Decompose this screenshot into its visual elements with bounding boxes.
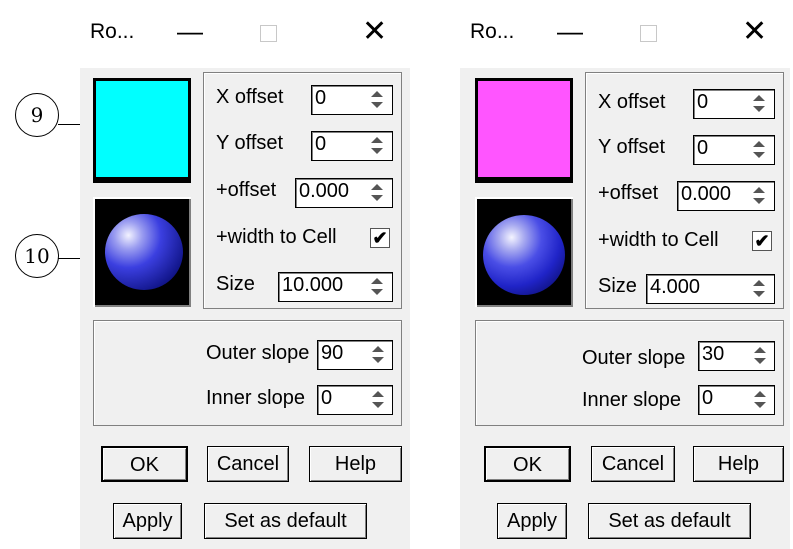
- slope-panel: Outer slope 30 Inner slope 0: [475, 320, 784, 426]
- window-title: Ro...: [90, 20, 135, 43]
- set-as-default-button[interactable]: Set as default: [204, 503, 367, 539]
- y-offset-spinner[interactable]: [371, 134, 385, 158]
- ok-button[interactable]: OK: [484, 446, 571, 482]
- cancel-button[interactable]: Cancel: [591, 446, 675, 482]
- x-offset-label: X offset: [216, 86, 284, 108]
- minimize-button[interactable]: —: [557, 16, 583, 47]
- title-bar: Ro... — ✕: [460, 0, 790, 68]
- x-offset-field[interactable]: 0: [693, 89, 775, 119]
- cancel-button[interactable]: Cancel: [207, 446, 289, 482]
- size-field[interactable]: 10.000: [278, 272, 393, 302]
- width-to-cell-checkbox[interactable]: ✔: [752, 231, 772, 251]
- x-offset-spinner[interactable]: [753, 92, 767, 116]
- color-swatch-shadow: [93, 180, 191, 183]
- outer-slope-label: Outer slope: [206, 342, 310, 364]
- plus-offset-spinner[interactable]: [753, 184, 767, 208]
- x-offset-field[interactable]: 0: [311, 85, 393, 115]
- inner-slope-spinner[interactable]: [754, 388, 768, 412]
- window-title: Ro...: [470, 20, 515, 43]
- color-swatch[interactable]: [93, 78, 191, 180]
- plus-offset-label: +offset: [598, 182, 659, 204]
- set-as-default-button[interactable]: Set as default: [588, 503, 751, 539]
- y-offset-label: Y offset: [598, 136, 666, 158]
- inner-slope-label: Inner slope: [206, 387, 305, 409]
- outer-slope-spinner[interactable]: [372, 343, 386, 367]
- offset-panel: X offset 0 Y offset 0 +offset 0.000 +wid…: [203, 72, 402, 309]
- ok-button[interactable]: OK: [101, 446, 188, 482]
- maximize-button[interactable]: [260, 25, 277, 42]
- help-button[interactable]: Help: [693, 446, 784, 482]
- plus-offset-spinner[interactable]: [371, 181, 385, 205]
- outer-slope-label: Outer slope: [582, 347, 686, 369]
- size-label: Size: [598, 275, 637, 297]
- size-field[interactable]: 4.000: [646, 274, 775, 304]
- sphere-preview[interactable]: [475, 197, 573, 307]
- y-offset-spinner[interactable]: [753, 138, 767, 162]
- maximize-button[interactable]: [640, 25, 657, 42]
- help-button[interactable]: Help: [309, 446, 402, 482]
- title-bar: Ro... — ✕: [80, 0, 410, 68]
- size-spinner[interactable]: [753, 277, 767, 301]
- x-offset-label: X offset: [598, 91, 666, 113]
- plus-offset-field[interactable]: 0.000: [295, 178, 393, 208]
- close-button[interactable]: ✕: [742, 14, 767, 49]
- inner-slope-field[interactable]: 0: [317, 385, 393, 415]
- outer-slope-spinner[interactable]: [754, 344, 768, 368]
- plus-offset-field[interactable]: 0.000: [677, 181, 775, 211]
- width-to-cell-label: +width to Cell: [216, 226, 337, 248]
- minimize-button[interactable]: —: [177, 16, 203, 47]
- color-swatch[interactable]: [475, 78, 573, 180]
- apply-button[interactable]: Apply: [113, 503, 182, 539]
- sphere-image: [105, 214, 183, 290]
- outer-slope-field[interactable]: 30: [698, 341, 775, 371]
- x-offset-spinner[interactable]: [371, 88, 385, 112]
- inner-slope-label: Inner slope: [582, 389, 681, 411]
- inner-slope-field[interactable]: 0: [698, 385, 775, 415]
- inner-slope-spinner[interactable]: [372, 388, 386, 412]
- y-offset-field[interactable]: 0: [311, 131, 393, 161]
- sphere-image: [483, 215, 565, 295]
- color-swatch-shadow: [475, 180, 573, 183]
- close-button[interactable]: ✕: [362, 14, 387, 49]
- outer-slope-field[interactable]: 90: [317, 340, 393, 370]
- dialog-right: Ro... — ✕ X offset 0 Y offset 0 +offset …: [460, 0, 790, 549]
- slope-panel: Outer slope 90 Inner slope 0: [93, 320, 402, 426]
- y-offset-label: Y offset: [216, 132, 284, 154]
- plus-offset-label: +offset: [216, 179, 277, 201]
- width-to-cell-label: +width to Cell: [598, 229, 719, 251]
- callout-10: 10: [15, 234, 59, 278]
- width-to-cell-checkbox[interactable]: ✔: [370, 228, 390, 248]
- dialog-left: Ro... — ✕ X offset 0 Y offset 0 +offset …: [80, 0, 410, 549]
- size-label: Size: [216, 273, 255, 295]
- size-spinner[interactable]: [371, 275, 385, 299]
- y-offset-field[interactable]: 0: [693, 135, 775, 165]
- offset-panel: X offset 0 Y offset 0 +offset 0.000 +wid…: [585, 72, 784, 309]
- callout-9: 9: [15, 93, 59, 137]
- apply-button[interactable]: Apply: [497, 503, 567, 539]
- sphere-preview[interactable]: [93, 197, 191, 307]
